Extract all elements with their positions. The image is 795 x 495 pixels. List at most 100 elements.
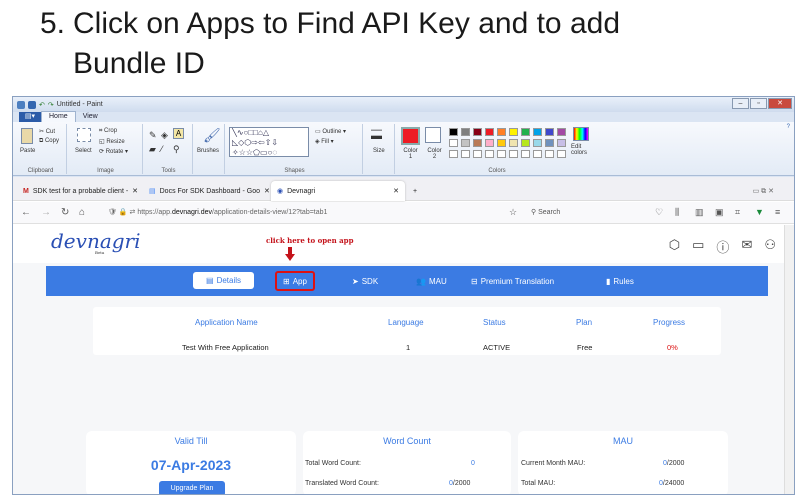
color-swatch[interactable]	[473, 128, 482, 136]
menu-icon[interactable]: ≡	[775, 207, 780, 217]
brush-icon[interactable]: 🖌	[203, 127, 221, 144]
color1-swatch[interactable]	[401, 127, 420, 145]
color2-label[interactable]: Color 2	[425, 148, 444, 160]
tab-home[interactable]: Home	[41, 111, 76, 122]
crop-button[interactable]: ⌗ Crop	[99, 128, 117, 135]
resize-button[interactable]: ◱ Resize	[99, 138, 125, 145]
tab-view[interactable]: View	[76, 112, 105, 122]
sidebar-icon[interactable]: ▥	[695, 207, 704, 218]
color-swatch[interactable]	[509, 128, 518, 136]
maximize-button[interactable]: ▫	[750, 98, 767, 109]
color-swatch[interactable]	[461, 128, 470, 136]
fill-icon[interactable]: ◈	[161, 130, 168, 141]
upgrade-plan-button[interactable]: Upgrade Plan	[159, 481, 225, 494]
menu-mau[interactable]: 👥 MAU	[416, 266, 447, 296]
menu-sdk[interactable]: ➤ SDK	[352, 266, 378, 296]
empty-color-swatch[interactable]	[449, 150, 458, 158]
new-tab-button[interactable]: +	[407, 181, 423, 201]
shapes-gallery[interactable]: ╲∿○□□⌂△ ◺◇⬡⇨⇦⇧⇩ ✧☆☆⬠▭○◌	[229, 127, 309, 157]
devnagri-logo[interactable]: devnagri Beta	[51, 229, 141, 255]
browser-tab-devnagri[interactable]: ◉ Devnagri ✕	[271, 181, 405, 201]
menu-rules[interactable]: ▮ Rules	[606, 266, 634, 296]
undo-icon[interactable]: ↶	[39, 101, 45, 109]
empty-color-swatch[interactable]	[557, 150, 566, 158]
magnifier-icon[interactable]: ⚲	[173, 144, 180, 155]
size-label[interactable]: Size	[373, 148, 385, 154]
color-swatch[interactable]	[521, 128, 530, 136]
url-field[interactable]: 🛡 🔒 ⇄ https://app.devnagri.dev/applicati…	[108, 208, 327, 216]
rotate-button[interactable]: ⟳ Rotate ▾	[99, 148, 128, 155]
color-swatch[interactable]	[545, 128, 554, 136]
edit-colors-icon[interactable]	[573, 127, 589, 141]
size-icon[interactable]: — ▬	[371, 125, 382, 142]
color-swatch[interactable]	[533, 128, 542, 136]
menu-details[interactable]: ▤ Details	[193, 272, 255, 289]
pencil-icon[interactable]: ✎	[149, 130, 157, 141]
color-swatch[interactable]	[533, 139, 542, 147]
forward-icon[interactable]: →	[41, 207, 51, 218]
help-icon[interactable]: ⓘ	[716, 237, 729, 256]
empty-color-swatch[interactable]	[473, 150, 482, 158]
home-icon[interactable]: ⌂	[79, 207, 85, 218]
page-scrollbar[interactable]	[784, 225, 794, 494]
minimize-button[interactable]: –	[732, 98, 749, 109]
search-input[interactable]: ⚲ Search	[531, 208, 560, 216]
browser-tab-docs[interactable]: ▤ Docs For SDK Dashboard - Goo ✕	[143, 181, 276, 201]
color-swatch[interactable]	[473, 139, 482, 147]
fill-button[interactable]: ◈ Fill ▾	[315, 138, 334, 145]
browser-window-controls[interactable]: ▭ ⧉ ✕	[747, 181, 780, 201]
color1-label[interactable]: Color 1	[401, 148, 420, 160]
pocket-icon[interactable]: ♡	[655, 207, 663, 218]
reload-icon[interactable]: ↻	[61, 207, 69, 218]
empty-color-swatch[interactable]	[533, 150, 542, 158]
empty-color-swatch[interactable]	[485, 150, 494, 158]
close-button[interactable]: ✕	[768, 98, 792, 109]
color-swatch[interactable]	[485, 139, 494, 147]
select-icon[interactable]	[77, 128, 91, 142]
cube-icon[interactable]: ⬡	[669, 237, 680, 256]
select-label[interactable]: Select	[75, 148, 92, 154]
empty-color-swatch[interactable]	[545, 150, 554, 158]
cut-button[interactable]: ✂ Cut	[39, 128, 55, 135]
color-swatch[interactable]	[449, 128, 458, 136]
empty-color-swatch[interactable]	[521, 150, 530, 158]
color-swatch[interactable]	[557, 128, 566, 136]
library-icon[interactable]: ⫼	[675, 207, 679, 218]
empty-color-swatch[interactable]	[509, 150, 518, 158]
screenshot-icon[interactable]: ▣	[715, 207, 724, 218]
empty-color-swatch[interactable]	[461, 150, 470, 158]
color-swatch[interactable]	[497, 139, 506, 147]
paste-icon[interactable]	[21, 128, 33, 144]
color-swatch[interactable]	[449, 139, 458, 147]
wallet-icon[interactable]: ▭	[692, 237, 704, 256]
picker-icon[interactable]: ⁄	[161, 144, 163, 154]
back-icon[interactable]: ←	[21, 207, 31, 218]
menu-app[interactable]: ⊞ App	[275, 271, 315, 291]
color-swatch[interactable]	[509, 139, 518, 147]
menu-premium-translation[interactable]: ⊟ Premium Translation	[471, 266, 554, 296]
user-icon[interactable]: ⚇	[764, 237, 776, 256]
copy-button[interactable]: ⧉ Copy	[39, 138, 59, 145]
color-swatch[interactable]	[521, 139, 530, 147]
file-menu-button[interactable]: ▤▾	[19, 112, 41, 122]
outline-button[interactable]: ▭ Outline ▾	[315, 128, 346, 135]
paste-label[interactable]: Paste	[20, 148, 35, 154]
text-icon[interactable]: A	[173, 128, 184, 139]
color-swatch[interactable]	[461, 139, 470, 147]
bookmark-star-icon[interactable]: ☆	[509, 207, 517, 218]
save-icon[interactable]	[28, 100, 36, 109]
mail-icon[interactable]: ✉	[741, 237, 752, 256]
redo-icon[interactable]: ↷	[48, 101, 54, 109]
color-swatch[interactable]	[485, 128, 494, 136]
help-icon[interactable]: ?	[787, 124, 790, 130]
extension-icon[interactable]: ⌗	[735, 207, 740, 218]
browser-tab-gmail[interactable]: M SDK test for a probable client - ✕	[17, 181, 144, 201]
empty-color-swatch[interactable]	[497, 150, 506, 158]
edit-colors-label[interactable]: Edit colors	[571, 144, 593, 156]
color-swatch[interactable]	[497, 128, 506, 136]
vpn-icon[interactable]: ▼	[755, 207, 764, 217]
color-swatch[interactable]	[545, 139, 554, 147]
color-swatch[interactable]	[557, 139, 566, 147]
eraser-icon[interactable]: ▰	[149, 144, 156, 155]
brushes-label[interactable]: Brushes	[197, 148, 219, 154]
